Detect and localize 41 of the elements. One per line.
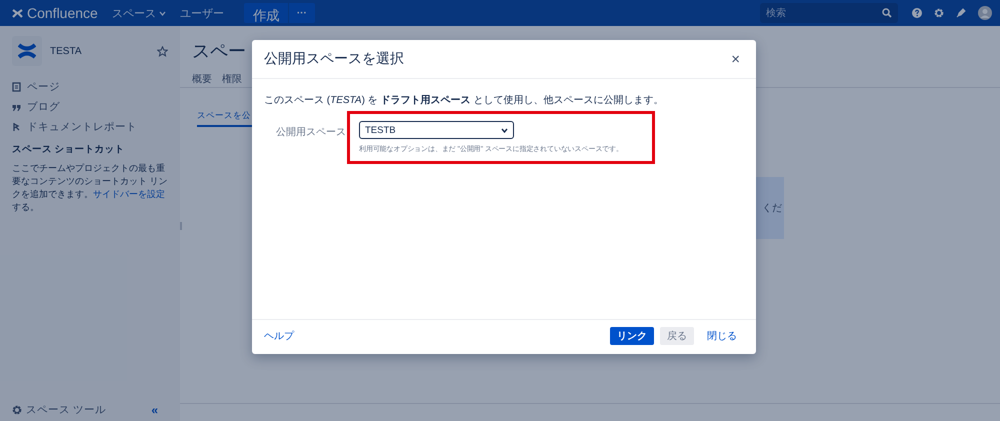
star-icon[interactable] (157, 46, 168, 56)
field-label: 公開用スペース (275, 126, 346, 139)
shortcuts-heading: スペース ショートカット (12, 143, 126, 156)
report-icon (12, 122, 21, 132)
page-icon (12, 82, 21, 92)
settings-icon[interactable] (934, 8, 944, 18)
page-title: スペー (192, 40, 246, 63)
dialog-title: 公開用スペースを選択 (264, 50, 405, 68)
chevron-down-icon (501, 128, 508, 132)
collapse-button[interactable]: « (151, 403, 158, 417)
nav-dropdown[interactable]: スペース (112, 6, 166, 20)
space-select[interactable]: TESTB (359, 121, 514, 139)
search-icon (882, 8, 892, 18)
info-panel: くだ (756, 177, 784, 239)
logo-text[interactable]: Confluence (27, 5, 98, 21)
help-link[interactable]: ヘルプ (264, 329, 604, 343)
dialog-description: このスペース (TESTA) を ドラフト用スペース として使用し、他スペースに公開します。 (264, 94, 664, 107)
sidebar-settings-link[interactable]: サイドバーを設定 (93, 189, 165, 199)
link-button[interactable]: リンク (610, 327, 654, 345)
avatar-icon[interactable] (978, 6, 992, 20)
more-button[interactable]: ··· (288, 3, 315, 23)
space-tools-button[interactable]: スペース ツール (12, 403, 148, 417)
chevron-down-icon (158, 10, 166, 16)
confluence-logo-icon (12, 8, 23, 18)
sidebar-item[interactable]: ページ (12, 79, 168, 95)
close-button[interactable]: × (729, 50, 742, 68)
help-icon[interactable] (912, 8, 922, 18)
space-name: TESTA (50, 46, 82, 56)
tab[interactable]: 権限 (222, 72, 242, 90)
confluence-logo-icon (18, 43, 36, 59)
back-button[interactable]: 戻る (660, 327, 694, 345)
shortcuts-description: ここでチームやプロジェクトの最も重要なコンテンツのショートカット リンクを追加できます。サイドバーを設定 する。 (12, 162, 168, 214)
close-link[interactable]: 閉じる (700, 327, 744, 345)
create-button[interactable]: 作成 (244, 3, 288, 23)
search-field[interactable]: 検索 (760, 3, 898, 23)
quote-icon (12, 102, 21, 112)
sidebar-item[interactable]: ブログ (12, 99, 168, 115)
nav-link[interactable]: ユーザー (180, 6, 224, 20)
settings-icon (12, 405, 22, 415)
sidebar-item[interactable]: ドキュメントレポート (12, 119, 168, 135)
tab[interactable]: 概要 (192, 72, 212, 90)
